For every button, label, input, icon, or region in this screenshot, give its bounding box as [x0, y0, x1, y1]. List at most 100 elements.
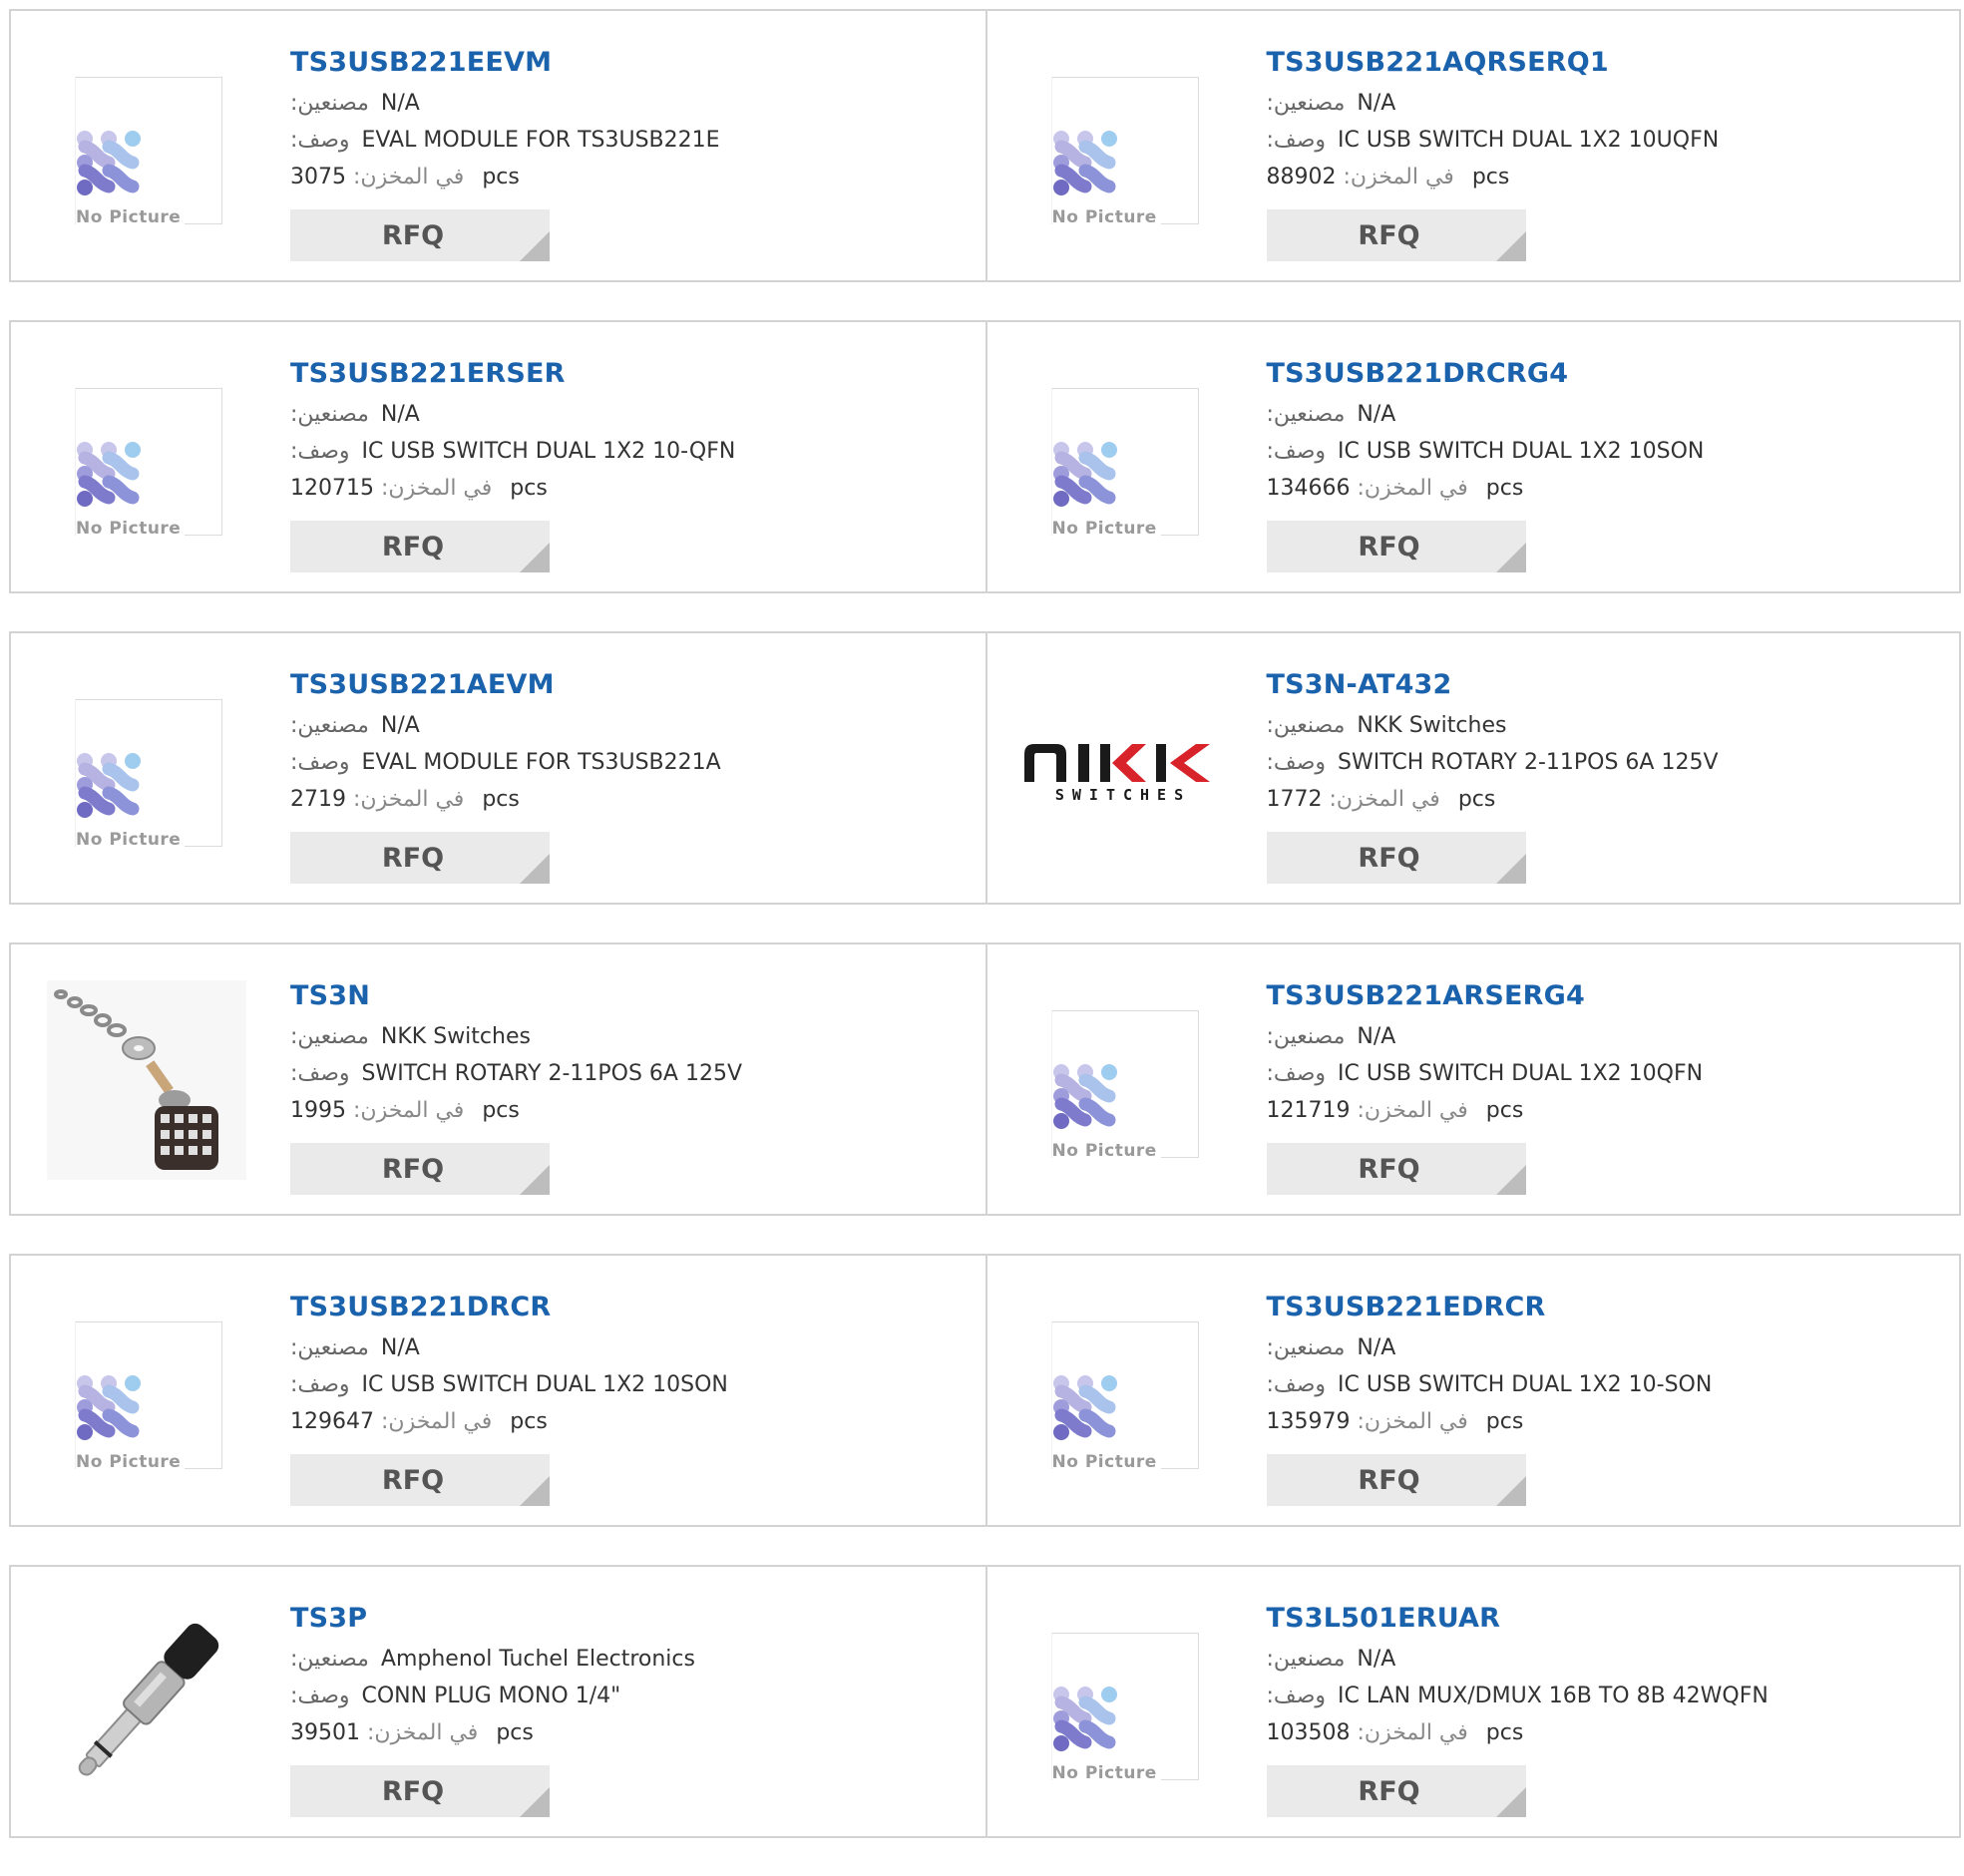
- part-number-link[interactable]: TS3USB221ERSER: [290, 352, 966, 396]
- description-value: IC LAN MUX/DMUX 16B TO 8B 42WQFN: [1338, 1684, 1768, 1708]
- product-info: TS3P:مصنعين Amphenol Tuchel Electronics :و…: [290, 1597, 966, 1751]
- part-number-link[interactable]: TS3N: [290, 974, 966, 1018]
- no-picture-placeholder: No Picture: [1050, 388, 1199, 539]
- rfq-button[interactable]: RFQ: [1266, 832, 1526, 884]
- no-picture-label: No Picture: [76, 1452, 186, 1472]
- manufacturer-value: N/A: [380, 713, 420, 738]
- product-card: SWITCHES TS3N-AT432:مصنعين NKK Switches:و…: [984, 633, 1960, 903]
- rfq-button[interactable]: RFQ: [290, 832, 550, 884]
- no-picture-label: No Picture: [1051, 207, 1161, 227]
- no-picture-icon: [1052, 442, 1117, 507]
- rfq-label: RFQ: [381, 842, 445, 874]
- product-info: TS3USB221DRCR:مصنعين N/A:وصف IC USB SWITCH…: [290, 1286, 966, 1440]
- manufacturer-line: :مصنعين N/A: [290, 396, 966, 433]
- no-picture-icon: [1052, 1687, 1117, 1751]
- description-value: EVAL MODULE FOR TS3USB221A: [361, 750, 721, 775]
- part-number-link[interactable]: TS3L501ERUAR: [1267, 1597, 1940, 1641]
- product-info: TS3USB221ARSERG4:مصنعين N/A:وصف IC USB SWI…: [1267, 974, 1940, 1129]
- stock-value: 103508: [1266, 1720, 1351, 1745]
- rfq-corner-decoration: [1495, 1476, 1526, 1506]
- product-photo-rotary-switch: [43, 980, 250, 1180]
- description-label: :وصف: [1266, 750, 1327, 775]
- rfq-button[interactable]: RFQ: [290, 1143, 550, 1195]
- stock-label: :في المخزن: [353, 787, 465, 812]
- pcs-unit: pcs: [482, 165, 520, 189]
- rfq-button[interactable]: RFQ: [1266, 521, 1526, 572]
- product-row: No Picture TS3USB221DRCR:مصنعين N/A:وصف IC…: [9, 1254, 1961, 1527]
- stock-value: 1995: [290, 1098, 346, 1123]
- rfq-corner-decoration: [1495, 1165, 1526, 1195]
- stock-line: 129647 :في المخزن pcs: [290, 1403, 966, 1440]
- manufacturer-value: N/A: [380, 1335, 420, 1360]
- description-value: SWITCH ROTARY 2-11POS 6A 125V: [1338, 750, 1719, 775]
- pcs-unit: pcs: [1471, 165, 1510, 189]
- part-number-link[interactable]: TS3P: [290, 1597, 966, 1641]
- product-photo-audio-plug: [43, 1603, 250, 1802]
- description-label: :وصف: [290, 1684, 350, 1708]
- part-number-link[interactable]: TS3USB221ARSERG4: [1267, 974, 1940, 1018]
- rfq-button[interactable]: RFQ: [290, 1765, 550, 1817]
- description-line: :وصف IC USB SWITCH DUAL 1X2 10UQFN: [1267, 122, 1940, 159]
- rfq-label: RFQ: [1358, 842, 1420, 874]
- manufacturer-value: N/A: [380, 402, 420, 427]
- stock-line: 88902 :في المخزن pcs: [1267, 159, 1940, 195]
- product-card: No Picture TS3USB221ERSER:مصنعين N/A:وصف I…: [11, 322, 985, 591]
- nkk-switches-logo: SWITCHES: [1019, 669, 1227, 869]
- rfq-button[interactable]: RFQ: [1266, 1765, 1526, 1817]
- stock-label: :في المخزن: [1357, 1098, 1468, 1123]
- rfq-label: RFQ: [1358, 1464, 1420, 1496]
- rfq-button[interactable]: RFQ: [290, 1454, 550, 1506]
- pcs-unit: pcs: [1485, 1720, 1524, 1745]
- description-label: :وصف: [1266, 1684, 1327, 1708]
- manufacturer-line: :مصنعين N/A: [290, 707, 966, 744]
- rfq-corner-decoration: [520, 1787, 550, 1817]
- rfq-corner-decoration: [1495, 543, 1526, 572]
- stock-value: 129647: [290, 1409, 374, 1434]
- product-info: TS3USB221ERSER:مصنعين N/A:وصف IC USB SWITC…: [290, 352, 966, 507]
- stock-line: 120715 :في المخزن pcs: [290, 470, 966, 507]
- stock-line: 1995 :في المخزن pcs: [290, 1092, 966, 1129]
- description-label: :وصف: [1266, 128, 1327, 153]
- rfq-button[interactable]: RFQ: [1266, 1454, 1526, 1506]
- manufacturer-label: :مصنعين: [290, 1335, 369, 1360]
- product-card: No Picture TS3USB221EDRCR:مصنعين N/A:وصف I…: [984, 1256, 1960, 1525]
- description-label: :وصف: [290, 1372, 350, 1397]
- part-number-link[interactable]: TS3USB221AQRSERQ1: [1267, 41, 1940, 85]
- no-picture-icon: [1052, 131, 1117, 195]
- stock-value: 3075: [290, 165, 346, 189]
- rfq-button[interactable]: RFQ: [290, 521, 550, 572]
- manufacturer-line: :مصنعين N/A: [1267, 1018, 1940, 1055]
- description-label: :وصف: [1266, 439, 1327, 464]
- description-label: :وصف: [1266, 1061, 1327, 1086]
- no-picture-placeholder: No Picture: [75, 388, 222, 539]
- product-row: No Picture TS3USB221EEVM:مصنعين N/A:وصف EV…: [9, 9, 1961, 282]
- part-number-link[interactable]: TS3USB221DRCRG4: [1267, 352, 1940, 396]
- part-number-link[interactable]: TS3USB221DRCR: [290, 1286, 966, 1329]
- no-picture-icon: [1052, 1064, 1117, 1129]
- pcs-unit: pcs: [510, 476, 548, 501]
- product-info: TS3USB221EDRCR:مصنعين N/A:وصف IC USB SWITC…: [1267, 1286, 1940, 1440]
- rfq-button[interactable]: RFQ: [290, 209, 550, 261]
- no-picture-label: No Picture: [1051, 1141, 1161, 1161]
- svg-text:SWITCHES: SWITCHES: [1055, 786, 1191, 804]
- part-number-link[interactable]: TS3USB221EDRCR: [1267, 1286, 1940, 1329]
- stock-value: 135979: [1266, 1409, 1351, 1434]
- description-value: IC USB SWITCH DUAL 1X2 10UQFN: [1338, 128, 1720, 153]
- rfq-button[interactable]: RFQ: [1266, 1143, 1526, 1195]
- manufacturer-line: :مصنعين NKK Switches: [290, 1018, 966, 1055]
- part-number-link[interactable]: TS3USB221AEVM: [290, 663, 966, 707]
- no-picture-icon: [77, 1375, 141, 1440]
- product-card: TS3P:مصنعين Amphenol Tuchel Electronics :و…: [11, 1567, 985, 1836]
- no-picture-icon: [77, 753, 141, 818]
- stock-label: :في المخزن: [353, 165, 465, 189]
- description-label: :وصف: [290, 439, 350, 464]
- rfq-button[interactable]: RFQ: [1266, 209, 1526, 261]
- nkk-logo-icon: SWITCHES: [1024, 744, 1210, 804]
- manufacturer-line: :مصنعين Amphenol Tuchel Electronics: [290, 1641, 966, 1678]
- part-number-link[interactable]: TS3N-AT432: [1267, 663, 1940, 707]
- part-number-link[interactable]: TS3USB221EEVM: [290, 41, 966, 85]
- stock-value: 134666: [1266, 476, 1351, 501]
- description-line: :وصف IC LAN MUX/DMUX 16B TO 8B 42WQFN: [1267, 1678, 1940, 1714]
- rfq-label: RFQ: [1358, 1153, 1420, 1185]
- rfq-corner-decoration: [520, 854, 550, 884]
